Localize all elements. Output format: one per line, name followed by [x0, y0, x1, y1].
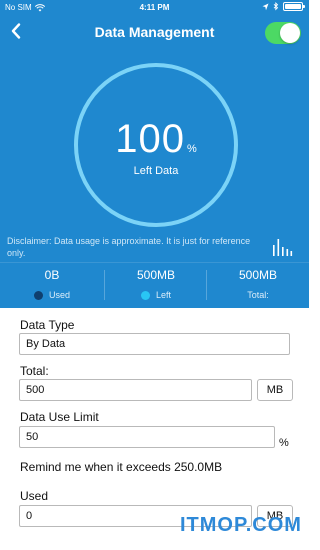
left-dot-icon — [140, 290, 150, 300]
divider — [104, 270, 105, 300]
used-dot-icon — [33, 290, 43, 300]
total-input[interactable]: 500 — [19, 379, 252, 401]
used-input-label: Used — [20, 489, 49, 503]
toggle-knob — [280, 23, 300, 43]
left-label: Left — [155, 290, 171, 300]
bluetooth-icon — [273, 2, 279, 11]
data-remaining-ring: 100% Left Data — [74, 63, 238, 227]
total-stat: 500MB Total: — [208, 268, 308, 300]
remaining-percentage-value: 100 — [115, 117, 185, 161]
data-summary-panel: No SIM 4:11 PM Data Management 100 % Lef… — [0, 0, 309, 308]
page-title: Data Management — [94, 24, 215, 40]
status-bar: No SIM 4:11 PM — [0, 0, 309, 15]
divider — [0, 262, 309, 263]
left-value: 500MB — [136, 268, 176, 282]
navigation-bar: Data Management — [0, 15, 309, 48]
battery-icon — [283, 2, 305, 11]
data-use-limit-input[interactable]: 50 — [19, 426, 275, 448]
used-label: Used — [48, 290, 70, 300]
remind-text: Remind me when it exceeds 250.0MB — [20, 460, 223, 474]
divider — [206, 270, 207, 300]
total-unit-button[interactable]: MB — [257, 379, 293, 401]
data-management-toggle[interactable] — [265, 22, 301, 44]
remaining-percentage: 100% — [78, 117, 234, 162]
data-type-select[interactable]: By Data — [19, 333, 290, 355]
left-stat: 500MB Left — [106, 268, 206, 300]
remaining-percentage-unit: % — [186, 143, 197, 155]
percent-unit-label: % — [279, 437, 289, 449]
data-use-limit-label: Data Use Limit — [20, 410, 99, 424]
used-stat: 0B Used — [2, 268, 102, 300]
watermark-text: ITMOP.COM — [180, 514, 302, 536]
used-value: 0B — [44, 268, 60, 282]
total-label: Total: — [20, 364, 49, 378]
location-icon — [262, 3, 269, 10]
total-value: 500MB — [238, 268, 278, 282]
data-type-label: Data Type — [20, 318, 75, 332]
ring-label: Left Data — [133, 165, 179, 177]
disclaimer-text: Disclaimer: Data usage is approximate. I… — [7, 236, 251, 258]
total-label: Total: — [247, 290, 269, 300]
statistics-chart-icon[interactable] — [271, 237, 293, 257]
